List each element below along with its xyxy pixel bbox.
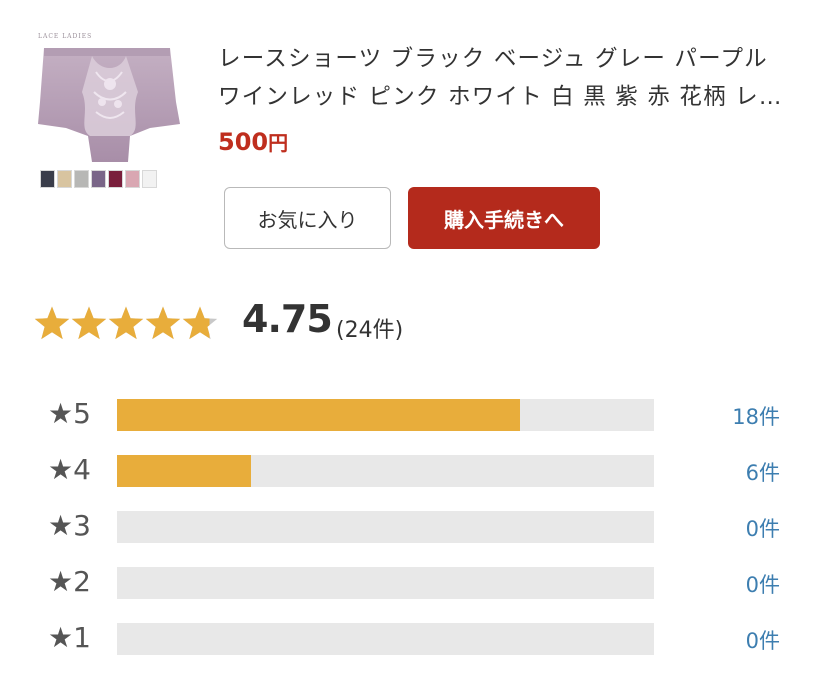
star-full-icon — [145, 306, 181, 340]
color-swatch — [108, 170, 123, 188]
rating-bar-track — [117, 399, 654, 431]
star-full-icon — [108, 306, 144, 340]
rating-bar-track — [117, 455, 654, 487]
rating-bar-fill — [117, 399, 520, 431]
star-full-icon — [71, 306, 107, 340]
product-title[interactable]: レースショーツ ブラック ベージュ グレー パープル ワインレッド ピンク ホワ… — [218, 40, 793, 116]
price-value: 500 — [218, 128, 269, 156]
favorite-button[interactable]: お気に入り — [224, 187, 391, 249]
rating-bar-track — [117, 623, 654, 655]
color-swatch — [142, 170, 157, 188]
product-price: 500円 — [218, 127, 288, 156]
review-count[interactable]: (24件) — [336, 312, 403, 344]
rating-row-label: ★5 — [48, 397, 91, 430]
favorite-button-label: お気に入り — [257, 207, 358, 232]
color-swatch — [125, 170, 140, 188]
rating-row-count-link[interactable]: 0件 — [746, 625, 780, 655]
rating-bar-fill — [117, 455, 252, 487]
rating-row-count-link[interactable]: 0件 — [746, 569, 780, 599]
lace-shorts-product-photo — [38, 48, 180, 162]
color-swatch — [40, 170, 55, 188]
rating-row-2[interactable]: ★2 0件 — [48, 565, 788, 599]
checkout-button[interactable]: 購入手続きへ — [408, 187, 600, 249]
rating-row-1[interactable]: ★1 0件 — [48, 621, 788, 655]
rating-row-label: ★2 — [48, 565, 91, 598]
rating-row-5[interactable]: ★5 18件 — [48, 397, 788, 431]
rating-row-count-link[interactable]: 0件 — [746, 513, 780, 543]
rating-row-3[interactable]: ★3 0件 — [48, 509, 788, 543]
rating-bar-track — [117, 567, 654, 599]
product-thumbnail[interactable]: LACE LADIES — [30, 32, 190, 192]
rating-row-label: ★1 — [48, 621, 91, 654]
color-swatch — [74, 170, 89, 188]
color-swatches — [40, 170, 157, 188]
rating-row-count-link[interactable]: 6件 — [746, 457, 780, 487]
star-full-icon — [34, 306, 70, 340]
rating-bar-track — [117, 511, 654, 543]
checkout-button-label: 購入手続きへ — [444, 207, 564, 232]
rating-row-count-link[interactable]: 18件 — [732, 401, 780, 431]
color-swatch — [57, 170, 72, 188]
price-unit: 円 — [268, 131, 289, 155]
rating-row-label: ★3 — [48, 509, 91, 542]
average-rating: 4.75 — [242, 297, 333, 341]
rating-row-label: ★4 — [48, 453, 91, 486]
rating-row-4[interactable]: ★4 6件 — [48, 453, 788, 487]
brand-text: LACE LADIES — [38, 33, 93, 40]
star-half-icon — [182, 306, 218, 340]
rating-stars — [33, 305, 218, 343]
color-swatch — [91, 170, 106, 188]
